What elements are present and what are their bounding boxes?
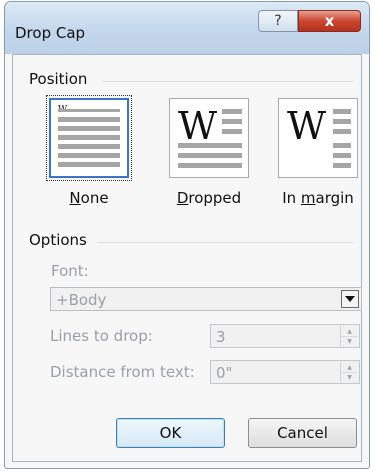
text-line: [58, 126, 120, 131]
help-button[interactable]: ?: [258, 10, 298, 32]
font-select-value: +Body: [56, 291, 107, 309]
text-line: [58, 109, 120, 112]
close-button[interactable]: x: [298, 10, 361, 32]
dialog-body: Position W None W Dropped W: [12, 54, 362, 462]
label-rest: ropped: [188, 189, 242, 207]
close-icon: x: [324, 12, 335, 30]
distance-from-text-spinner[interactable]: 0" ▲ ▼: [210, 360, 360, 384]
text-line: [222, 119, 242, 124]
text-line: [58, 135, 120, 140]
option-in-margin-tile[interactable]: W: [278, 98, 358, 178]
label-pre: In: [282, 189, 301, 207]
text-line: [178, 163, 242, 168]
option-dropped-tile[interactable]: W: [169, 98, 249, 178]
text-line: [333, 109, 351, 114]
text-line: [333, 119, 351, 124]
font-select[interactable]: +Body: [50, 287, 362, 311]
font-label: Font:: [51, 262, 89, 280]
position-divider: [103, 81, 353, 82]
cancel-button-label: Cancel: [277, 424, 328, 442]
text-line: [333, 153, 351, 158]
text-line: [178, 143, 242, 148]
option-none-tile[interactable]: W: [46, 95, 132, 181]
option-none-label[interactable]: None: [39, 189, 139, 207]
text-line: [222, 109, 242, 114]
drop-cap-dialog: Drop Cap ? x Position W None W: [4, 1, 370, 469]
ok-button-label: OK: [159, 424, 182, 442]
access-key: D: [176, 189, 189, 207]
lines-to-drop-label: Lines to drop:: [50, 327, 153, 345]
option-in-margin-label[interactable]: In margin: [268, 189, 368, 207]
chevron-down-icon[interactable]: [341, 290, 359, 308]
access-key: m: [300, 189, 316, 207]
cancel-button[interactable]: Cancel: [248, 418, 357, 448]
distance-from-text-label: Distance from text:: [50, 363, 195, 381]
help-icon: ?: [274, 13, 282, 29]
spin-buttons: ▲ ▼: [340, 326, 358, 346]
position-heading: Position: [29, 70, 88, 88]
text-line: [58, 153, 120, 158]
text-line: [222, 129, 242, 134]
text-line: [333, 163, 351, 168]
lines-to-drop-value: 3: [216, 328, 226, 346]
text-line: [178, 153, 242, 158]
text-line: [58, 162, 120, 167]
options-heading: Options: [29, 231, 87, 249]
lines-to-drop-spinner[interactable]: 3 ▲ ▼: [210, 324, 360, 348]
drop-letter: W: [178, 104, 218, 148]
drop-letter: W: [287, 104, 327, 148]
spin-down-icon[interactable]: ▼: [341, 372, 358, 382]
label-rest: argin: [315, 189, 354, 207]
title-bar[interactable]: Drop Cap ? x: [5, 2, 369, 54]
text-line: [58, 144, 120, 149]
distance-from-text-value: 0": [216, 364, 233, 382]
text-line: [333, 129, 351, 134]
options-divider: [97, 242, 353, 243]
spin-buttons: ▲ ▼: [340, 362, 358, 382]
ok-button[interactable]: OK: [116, 418, 225, 448]
dialog-title: Drop Cap: [15, 24, 86, 42]
text-line: [333, 143, 351, 148]
spin-down-icon[interactable]: ▼: [341, 336, 358, 346]
text-line: [58, 117, 120, 122]
access-key: N: [69, 189, 81, 207]
label-rest: one: [80, 189, 109, 207]
option-dropped-label[interactable]: Dropped: [159, 189, 259, 207]
